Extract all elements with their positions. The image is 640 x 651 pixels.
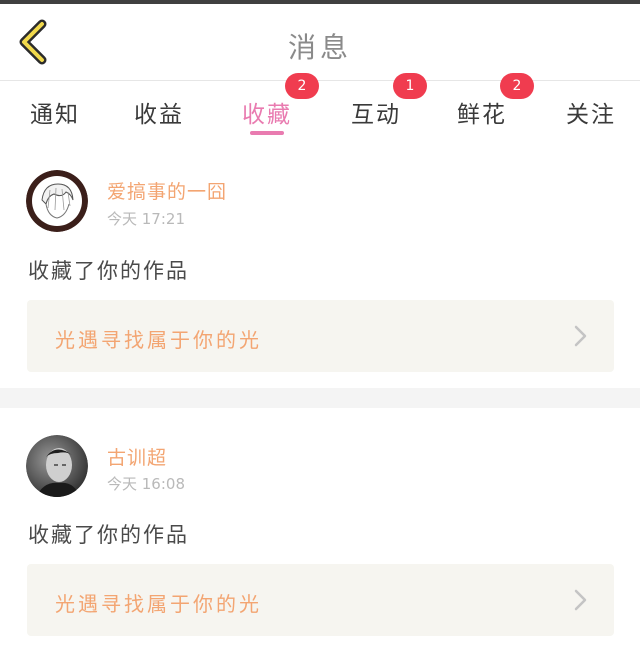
work-link[interactable]: 光遇寻找属于你的光 — [27, 300, 614, 372]
tab-favorites[interactable]: 收藏 2 — [212, 73, 322, 146]
tab-label: 互动 — [351, 102, 401, 128]
tab-earnings[interactable]: 收益 — [104, 81, 214, 146]
tab-label: 通知 — [30, 102, 80, 128]
message-card: 爱搞事的一囧 今天 17:21 收藏了你的作品 光遇寻找属于你的光 — [0, 146, 640, 388]
unread-badge: 2 — [500, 73, 534, 99]
unread-badge: 2 — [285, 73, 319, 99]
work-title: 光遇寻找属于你的光 — [55, 328, 262, 352]
tab-following[interactable]: 关注 — [536, 81, 640, 146]
chevron-right-icon — [574, 325, 587, 347]
username[interactable]: 古训超 — [107, 443, 167, 470]
user-avatar-image — [26, 170, 88, 232]
tab-label: 关注 — [566, 102, 616, 128]
message-card: 古训超 今天 16:08 收藏了你的作品 光遇寻找属于你的光 — [0, 408, 640, 651]
tab-label: 收益 — [134, 102, 184, 128]
chevron-right-icon — [574, 589, 587, 611]
tab-notifications[interactable]: 通知 — [0, 81, 110, 146]
work-title: 光遇寻找属于你的光 — [55, 592, 262, 616]
action-text: 收藏了你的作品 — [28, 523, 189, 547]
user-avatar-image — [26, 435, 88, 497]
username[interactable]: 爱搞事的一囧 — [107, 177, 227, 204]
avatar[interactable] — [26, 435, 88, 497]
tab-interactions[interactable]: 互动 1 — [321, 73, 431, 146]
work-link[interactable]: 光遇寻找属于你的光 — [27, 564, 614, 636]
tab-label: 鲜花 — [457, 102, 507, 128]
tab-label: 收藏 — [242, 102, 292, 128]
tab-flowers[interactable]: 鲜花 2 — [427, 73, 537, 146]
avatar[interactable] — [26, 170, 88, 232]
timestamp: 今天 17:21 — [107, 210, 185, 228]
tab-bar: 通知 收益 收藏 2 互动 1 鲜花 2 关注 — [0, 73, 640, 146]
timestamp: 今天 16:08 — [107, 475, 185, 493]
header-bar: 消息 — [0, 4, 640, 81]
action-text: 收藏了你的作品 — [28, 259, 189, 283]
page-title: 消息 — [287, 31, 352, 64]
active-tab-indicator — [250, 131, 284, 135]
unread-badge: 1 — [393, 73, 427, 99]
